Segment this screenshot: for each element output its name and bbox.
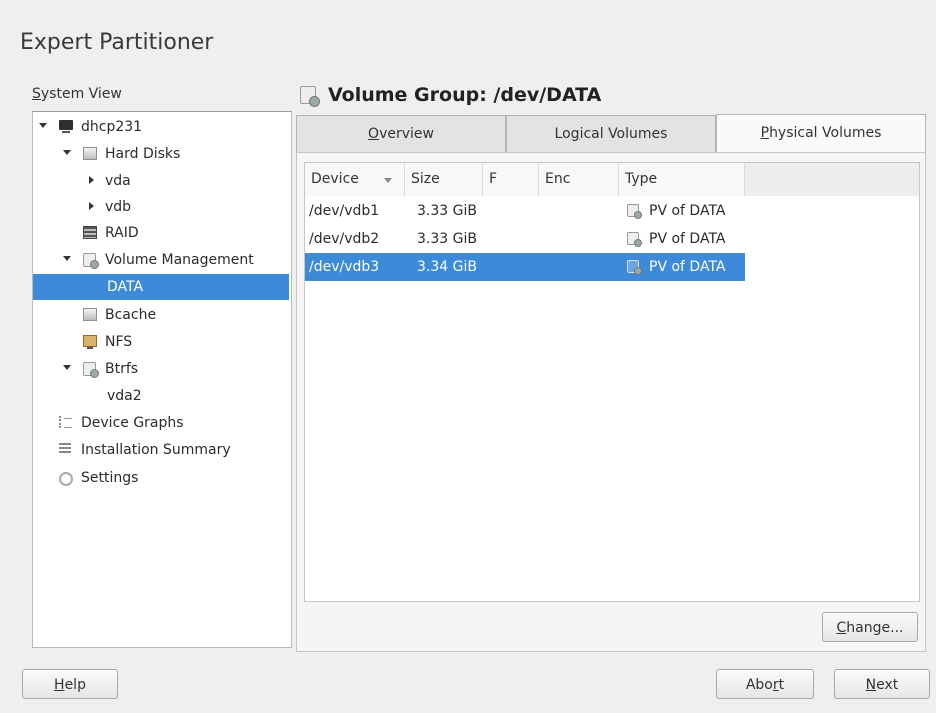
expand-arrow-icon[interactable]: [39, 114, 49, 128]
cell-device: /dev/vdb2: [309, 231, 380, 247]
cell-size: 3.34 GiB: [417, 259, 477, 275]
table-header: Device Size F Enc Type: [305, 163, 919, 196]
tab-bar: Overview Logical Volumes Physical Volume…: [296, 114, 926, 154]
cell-device: /dev/vdb3: [309, 259, 380, 275]
volume-icon: [83, 362, 99, 378]
pv-icon: [627, 260, 642, 275]
tree-item-raid[interactable]: RAID: [33, 220, 289, 246]
list-icon: [59, 443, 71, 455]
header-filler: [745, 163, 919, 196]
tab-overview[interactable]: Overview: [296, 115, 506, 152]
tree-item-vda[interactable]: vda: [33, 168, 289, 194]
next-button[interactable]: Next: [834, 669, 930, 699]
pv-icon: [627, 204, 642, 219]
window-title: Expert Partitioner: [20, 30, 214, 55]
column-header-device[interactable]: Device: [305, 163, 405, 196]
tree-item-hard-disks[interactable]: Hard Disks: [33, 141, 289, 167]
nfs-icon: [83, 335, 97, 349]
hard-disk-icon: [83, 308, 97, 321]
column-header-size[interactable]: Size: [405, 163, 483, 196]
gear-icon: [59, 472, 73, 486]
tree-item-btrfs[interactable]: Btrfs: [33, 356, 289, 382]
tree-item-volume-management[interactable]: Volume Management: [33, 247, 289, 273]
volume-icon: [83, 253, 99, 269]
tab-logical-volumes[interactable]: Logical Volumes: [506, 115, 716, 152]
tree-item-settings[interactable]: Settings: [33, 465, 289, 491]
help-button[interactable]: Help: [22, 669, 118, 699]
table-row-selected[interactable]: /dev/vdb3 3.34 GiB PV of DATA: [305, 253, 745, 281]
expand-arrow-icon[interactable]: [63, 247, 73, 261]
tab-physical-volumes[interactable]: Physical Volumes: [716, 114, 926, 154]
raid-icon: [83, 226, 97, 239]
graph-icon: [59, 416, 73, 428]
collapsed-arrow-icon[interactable]: [87, 194, 97, 210]
column-header-type[interactable]: Type: [619, 163, 745, 196]
cell-type: PV of DATA: [649, 203, 726, 219]
column-header-f[interactable]: F: [483, 163, 539, 196]
table-row[interactable]: /dev/vdb2 3.33 GiB PV of DATA: [305, 225, 745, 253]
cell-device: /dev/vdb1: [309, 203, 380, 219]
computer-icon: [59, 120, 73, 133]
tree-item-vda2[interactable]: vda2: [33, 383, 289, 409]
tree-item-nfs[interactable]: NFS: [33, 329, 289, 355]
change-button[interactable]: Change...: [822, 612, 918, 642]
tree-item-bcache[interactable]: Bcache: [33, 302, 289, 328]
physical-volumes-table[interactable]: Device Size F Enc Type /dev/vdb1 3.33 Gi…: [304, 162, 920, 602]
cell-size: 3.33 GiB: [417, 231, 477, 247]
collapsed-arrow-icon[interactable]: [87, 168, 97, 184]
tree-item-vdb[interactable]: vdb: [33, 194, 289, 220]
hard-disk-icon: [83, 147, 97, 160]
tree-item-installation-summary[interactable]: Installation Summary: [33, 437, 289, 463]
cell-type: PV of DATA: [649, 259, 726, 275]
sort-arrow-icon: [384, 178, 392, 183]
volume-group-icon: [300, 86, 320, 107]
abort-button[interactable]: Abort: [716, 669, 814, 699]
volume-group-heading: Volume Group: /dev/DATA: [328, 84, 602, 106]
system-view-tree[interactable]: dhcp231 Hard Disks vda vdb RAID Volume M…: [32, 111, 292, 648]
table-row[interactable]: /dev/vdb1 3.33 GiB PV of DATA: [305, 197, 745, 225]
tree-item-dhcp231[interactable]: dhcp231: [33, 114, 289, 140]
tree-item-data[interactable]: DATA: [33, 274, 289, 300]
system-view-label: System View: [32, 86, 122, 102]
tree-item-device-graphs[interactable]: Device Graphs: [33, 410, 289, 436]
expand-arrow-icon[interactable]: [63, 356, 73, 370]
cell-size: 3.33 GiB: [417, 203, 477, 219]
pv-icon: [627, 232, 642, 247]
expand-arrow-icon[interactable]: [63, 141, 73, 155]
cell-type: PV of DATA: [649, 231, 726, 247]
column-header-enc[interactable]: Enc: [539, 163, 619, 196]
